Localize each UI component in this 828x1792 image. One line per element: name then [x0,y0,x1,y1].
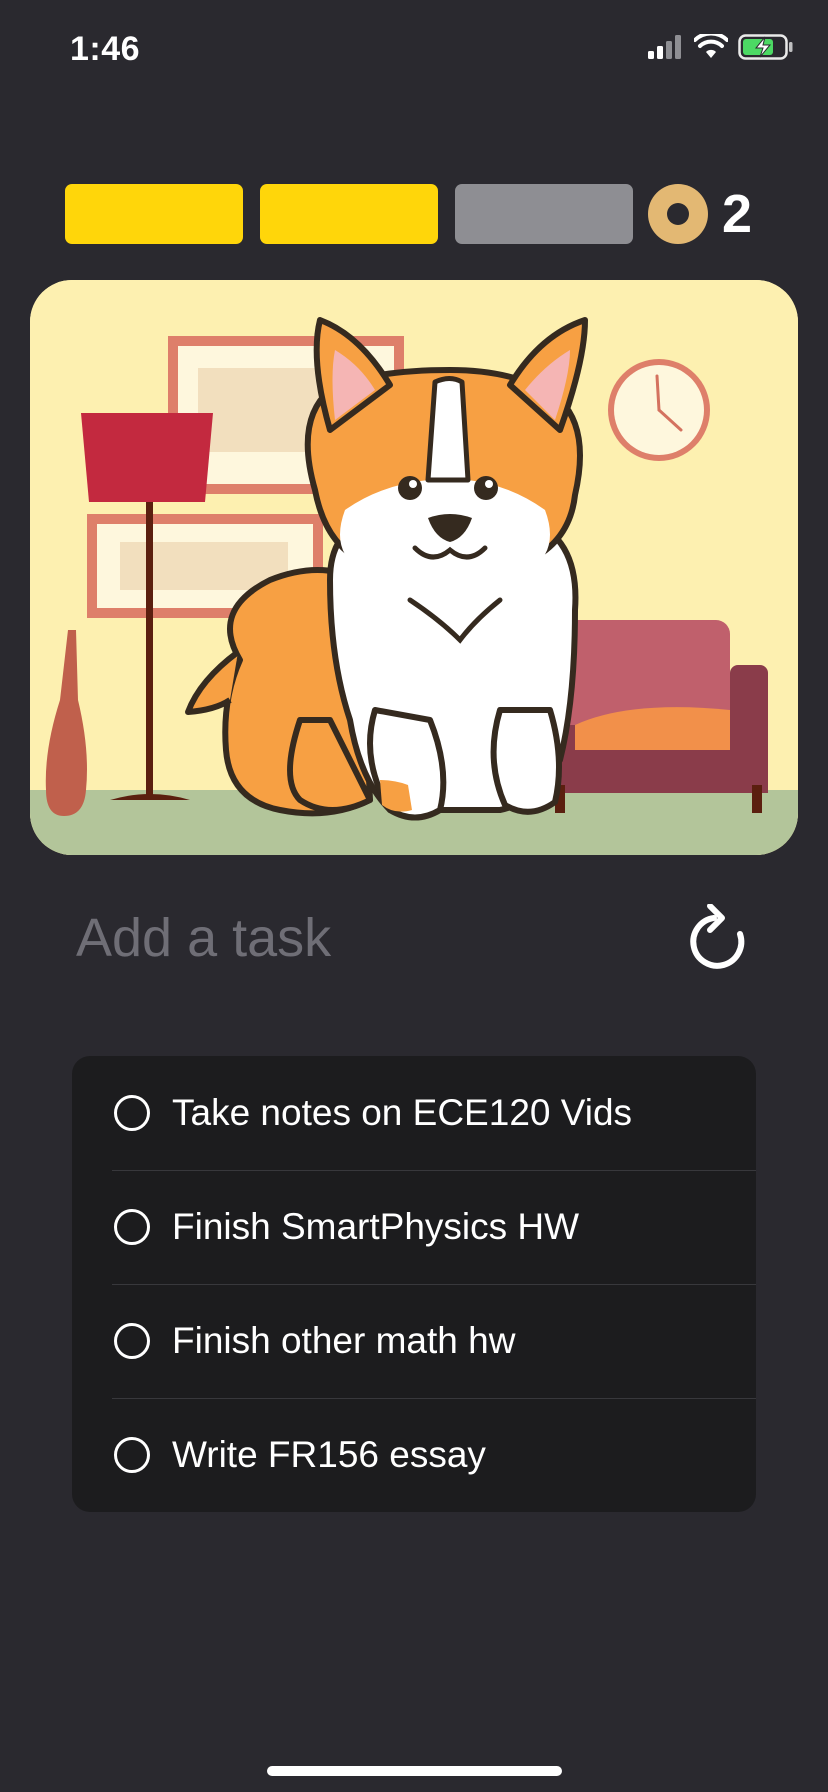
cellular-signal-icon [648,35,681,59]
pet-card[interactable] [30,280,798,855]
coin-counter: 2 [648,184,753,244]
status-bar: 1:46 [0,0,828,100]
task-checkbox[interactable] [114,1209,150,1245]
task-row[interactable]: Write FR156 essay [72,1398,756,1512]
status-time: 1:46 [70,30,141,68]
refresh-icon [690,904,745,969]
task-label: Finish SmartPhysics HW [172,1206,580,1247]
add-task-input[interactable] [76,890,636,986]
coin-icon [648,184,708,244]
refresh-button[interactable] [680,900,756,976]
battery-charging-icon [738,34,793,60]
task-checkbox[interactable] [114,1095,150,1131]
task-checkbox[interactable] [114,1323,150,1359]
progress-segment-1 [65,184,243,244]
home-indicator[interactable] [267,1766,562,1776]
task-row[interactable]: Take notes on ECE120 Vids [72,1056,756,1170]
progress-row: 2 [65,184,752,244]
task-row[interactable]: Finish other math hw [72,1284,756,1398]
coin-count: 2 [722,184,753,244]
app-screen: 1:46 2 Add a task Take notes on ECE120 V… [0,0,828,1792]
task-label: Take notes on ECE120 Vids [172,1092,633,1133]
task-label: Write FR156 essay [172,1434,486,1475]
progress-segment-3 [455,184,633,244]
task-checkbox[interactable] [114,1437,150,1473]
status-icons [648,34,794,60]
task-row[interactable]: Finish SmartPhysics HW [72,1170,756,1284]
task-label: Finish other math hw [172,1320,516,1361]
wifi-icon [694,34,728,58]
task-list: Take notes on ECE120 Vids Finish SmartPh… [72,1056,756,1512]
add-task-row [76,890,756,986]
corgi-living-room-illustration [30,280,798,855]
progress-segment-2 [260,184,438,244]
